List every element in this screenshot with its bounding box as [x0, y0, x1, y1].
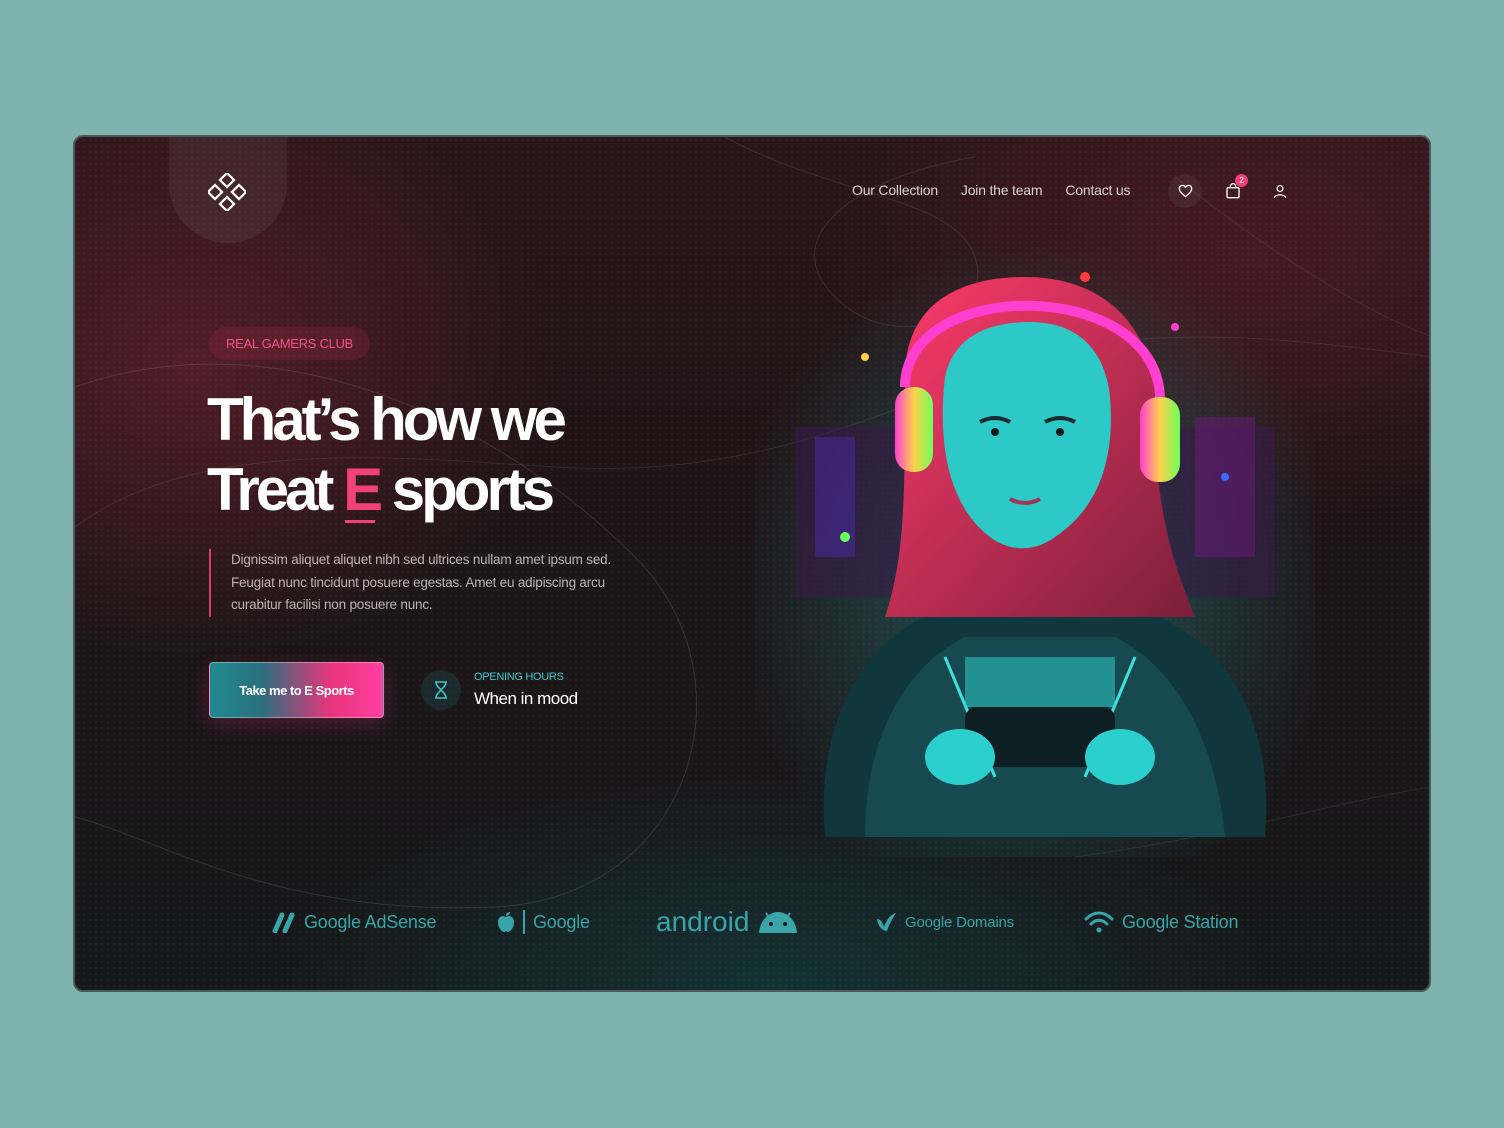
headline-accent-letter: E: [343, 456, 383, 523]
gamer-girl-illustration: [755, 237, 1315, 857]
wifi-icon: [1084, 911, 1114, 933]
cart-button[interactable]: 2: [1216, 174, 1250, 208]
club-tag: REAL GAMERS CLUB: [209, 327, 370, 360]
nav-our-collection[interactable]: Our Collection: [852, 182, 938, 198]
user-icon: [1273, 184, 1287, 198]
partner-label: Google Domains: [905, 913, 1014, 931]
adsense-icon: [272, 912, 295, 933]
main-nav: Our Collection Join the team Contact us: [852, 182, 1130, 198]
headline-line-2-suffix: sports: [379, 456, 555, 523]
partner-label: android: [656, 906, 750, 937]
partner-label: Google Station: [1122, 911, 1239, 932]
partner-label: Google: [533, 911, 590, 932]
wishlist-button[interactable]: [1168, 174, 1202, 208]
divider-icon: [523, 910, 525, 934]
partner-apple-google: Google: [497, 902, 590, 942]
hero-headline: That’s how we Treat E sports: [207, 385, 567, 525]
headline-line-1: That’s how we: [207, 386, 567, 453]
landing-page: Our Collection Join the team Contact us …: [73, 135, 1431, 992]
partner-label: Google AdSense: [304, 911, 437, 932]
partner-android: android: [656, 902, 799, 942]
nav-join-the-team[interactable]: Join the team: [961, 182, 1043, 198]
nav-contact-us[interactable]: Contact us: [1065, 182, 1130, 198]
headline-line-2-prefix: Treat: [207, 456, 344, 523]
opening-hours-value: When in mood: [474, 689, 578, 708]
cta-button[interactable]: Take me to E Sports: [209, 662, 384, 718]
brand-logo-icon[interactable]: [208, 173, 246, 211]
hero-description: Dignissim aliquet aliquet nibh sed ultri…: [209, 549, 649, 617]
partner-google-station: Google Station: [1084, 902, 1238, 942]
android-icon: [759, 912, 798, 933]
apple-icon: [498, 912, 514, 932]
domains-icon: [877, 913, 896, 931]
partner-logos: Google AdSense Google android Google Dom: [75, 902, 1429, 942]
cart-count-badge: 2: [1235, 174, 1248, 187]
heart-icon: [1178, 184, 1192, 198]
account-button[interactable]: [1263, 174, 1297, 208]
partner-google-domains: Google Domains: [875, 902, 1014, 942]
opening-hours-label: OPENING HOURS: [474, 671, 564, 683]
hourglass-icon: [421, 670, 461, 710]
partner-google-adsense: Google AdSense: [272, 902, 437, 942]
